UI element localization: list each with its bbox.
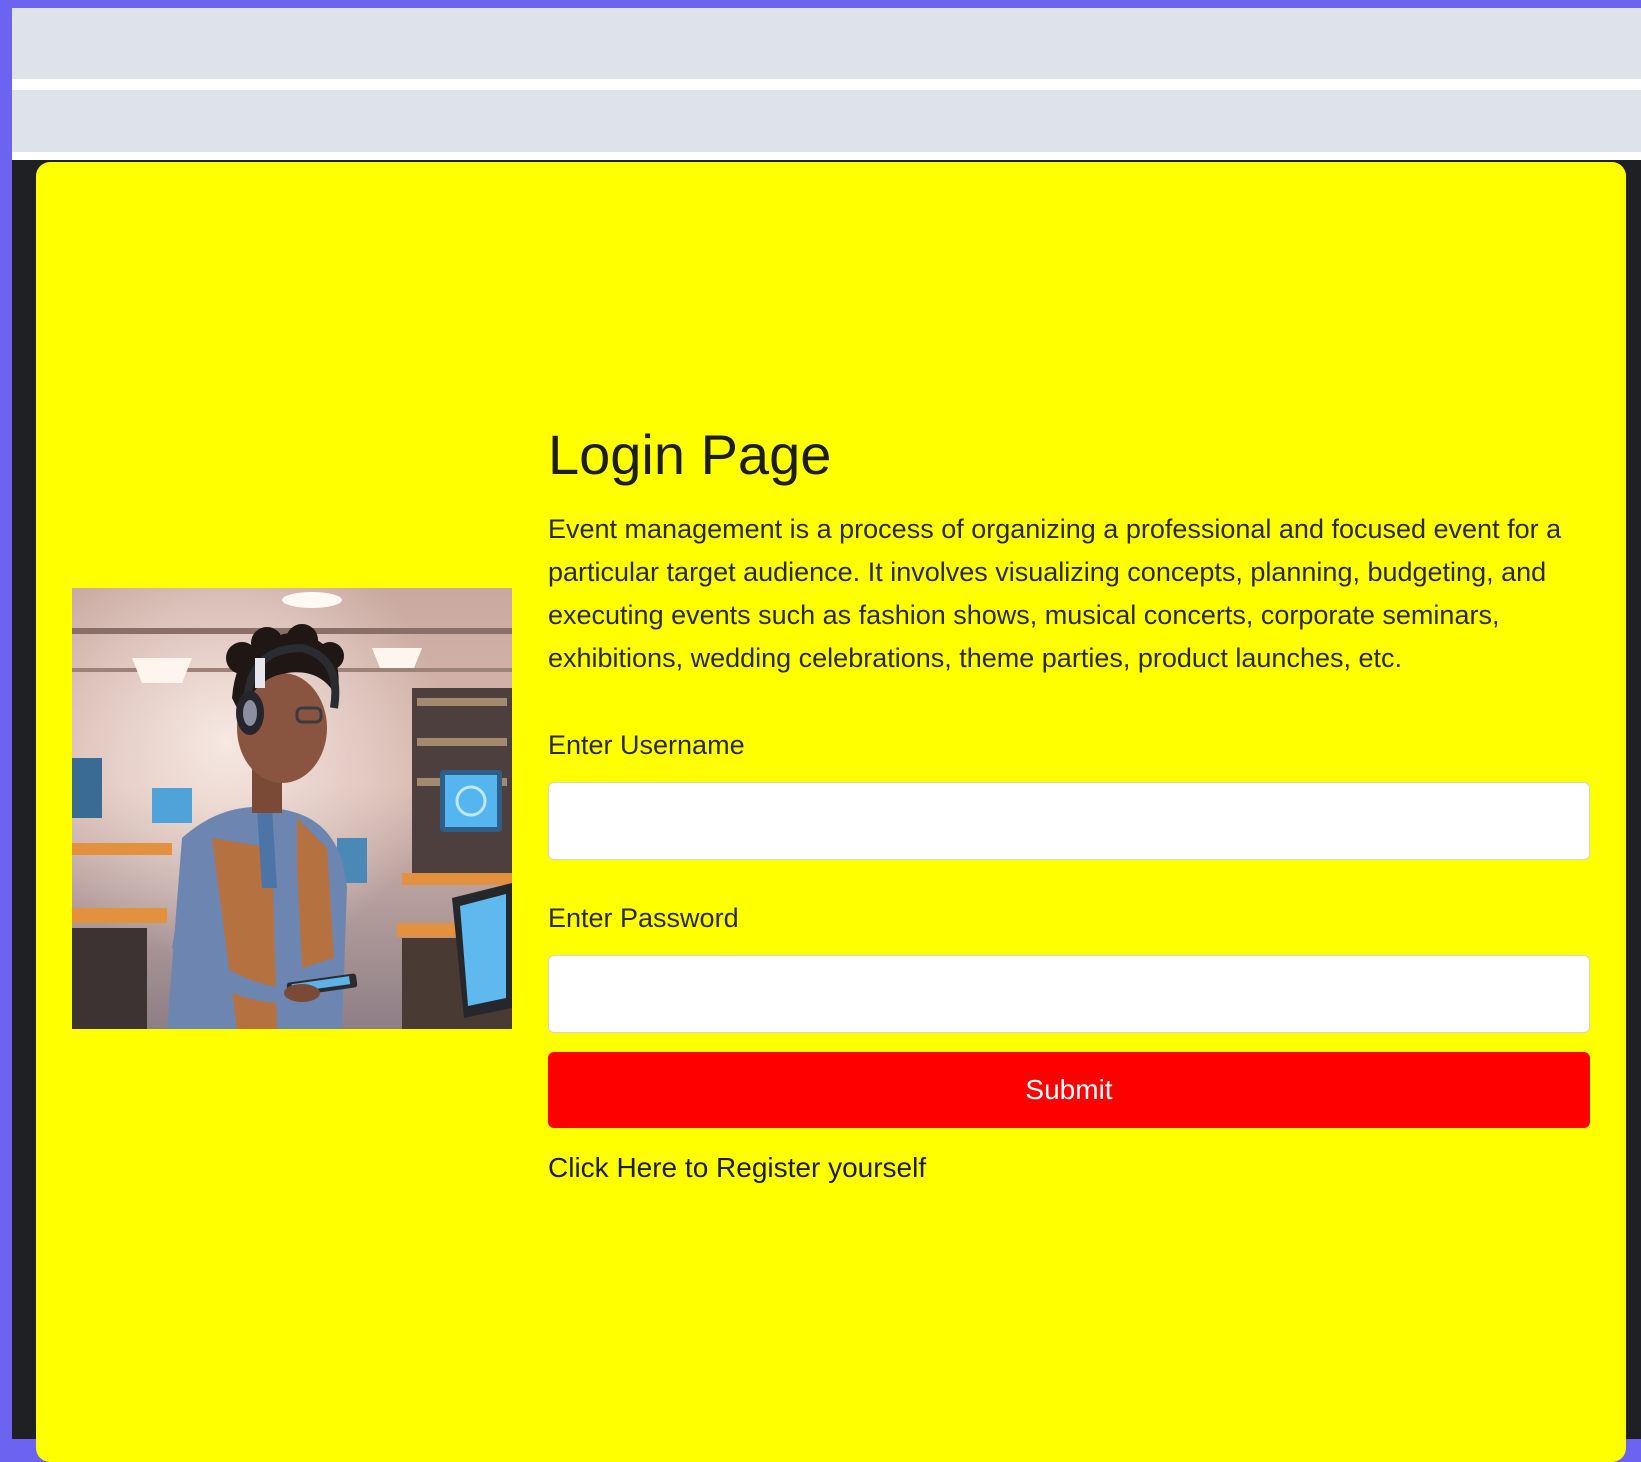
username-input[interactable] (548, 782, 1590, 860)
register-link[interactable]: Click Here to Register yourself (548, 1152, 926, 1184)
page-description: Event management is a process of organiz… (548, 514, 1562, 673)
top-bar (12, 8, 1641, 79)
password-input[interactable] (548, 955, 1590, 1033)
page-title: Login Page (548, 423, 832, 486)
secondary-bar (12, 90, 1641, 152)
submit-button[interactable]: Submit (548, 1052, 1590, 1128)
hero-illustration (72, 588, 512, 1029)
username-label: Enter Username (548, 730, 745, 760)
password-label: Enter Password (548, 903, 739, 933)
